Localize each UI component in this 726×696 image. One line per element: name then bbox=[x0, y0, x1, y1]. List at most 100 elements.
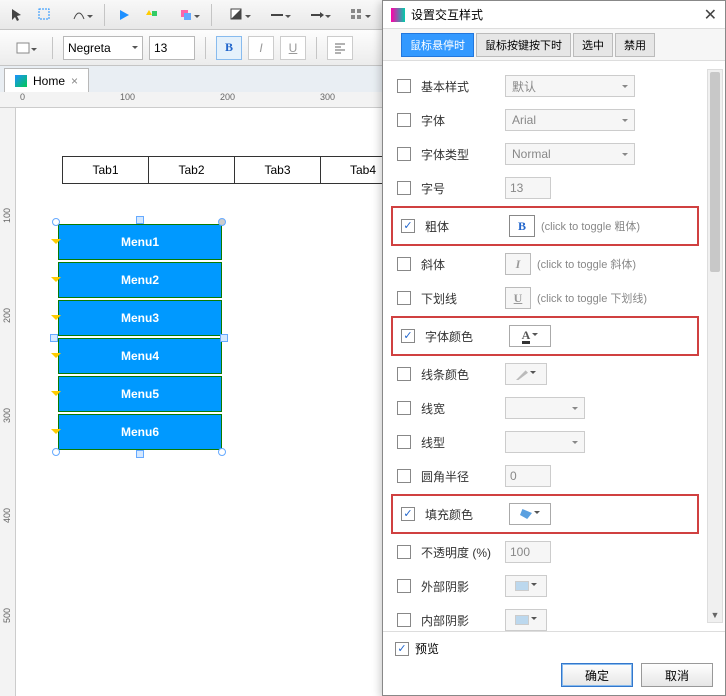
checkbox[interactable] bbox=[397, 435, 411, 449]
dialog-body: 基本样式 默认 字体 Arial 字体类型 Normal 字号 13 bbox=[383, 61, 725, 631]
font-family-select[interactable]: Negreta bbox=[63, 36, 143, 60]
preview-checkbox[interactable]: ✓ bbox=[395, 642, 409, 656]
menu-item[interactable]: Menu1 bbox=[58, 224, 222, 260]
tab-disabled[interactable]: 禁用 bbox=[615, 33, 655, 57]
resize-handle[interactable] bbox=[50, 334, 58, 342]
bold-toggle-button[interactable]: B bbox=[509, 215, 535, 237]
scroll-down-icon[interactable]: ▼ bbox=[708, 608, 722, 622]
row-label: 字号 bbox=[421, 180, 505, 197]
tabs-widget[interactable]: Tab1 Tab2 Tab3 Tab4 bbox=[62, 156, 406, 184]
pointer-tool-icon[interactable] bbox=[4, 2, 30, 28]
fill-color-picker[interactable] bbox=[509, 503, 551, 525]
chevron-down-icon bbox=[622, 85, 628, 91]
underline-toggle-button[interactable]: U bbox=[505, 287, 531, 309]
linecap-icon[interactable] bbox=[298, 2, 336, 28]
checkbox[interactable] bbox=[397, 401, 411, 415]
checkbox[interactable] bbox=[397, 613, 411, 627]
line-type-select[interactable] bbox=[505, 431, 585, 453]
fill-style-icon[interactable] bbox=[218, 2, 256, 28]
shapes-icon[interactable] bbox=[139, 2, 165, 28]
font-color-picker[interactable]: A bbox=[509, 325, 551, 347]
menu-item[interactable]: Menu2 bbox=[58, 262, 222, 298]
font-size-select[interactable]: 13 bbox=[149, 36, 195, 60]
checkbox[interactable] bbox=[397, 367, 411, 381]
bold-toggle[interactable]: B bbox=[216, 36, 242, 60]
checkbox[interactable] bbox=[397, 579, 411, 593]
resize-handle[interactable] bbox=[52, 218, 60, 226]
scrollbar[interactable]: ▲ ▼ bbox=[707, 69, 723, 623]
rotate-handle[interactable] bbox=[218, 218, 226, 226]
widget-library-icon[interactable] bbox=[4, 35, 42, 61]
grid-icon[interactable] bbox=[338, 2, 376, 28]
resize-handle[interactable] bbox=[218, 448, 226, 456]
row-italic: 斜体 I(click to toggle 斜体) bbox=[391, 247, 699, 281]
resize-handle[interactable] bbox=[220, 334, 228, 342]
select-rect-icon[interactable] bbox=[32, 2, 58, 28]
dialog-tabs: 鼠标悬停时 鼠标按键按下时 选中 禁用 bbox=[383, 29, 725, 61]
row-font-size: 字号 13 bbox=[391, 171, 699, 205]
tab-hover[interactable]: 鼠标悬停时 bbox=[401, 33, 474, 57]
chevron-down-icon bbox=[572, 441, 578, 447]
cancel-button[interactable]: 取消 bbox=[641, 663, 713, 687]
resize-handle[interactable] bbox=[136, 450, 144, 458]
line-color-picker[interactable] bbox=[505, 363, 547, 385]
align-left-toggle[interactable] bbox=[327, 36, 353, 60]
close-icon[interactable]: ✕ bbox=[704, 5, 717, 25]
close-icon[interactable]: × bbox=[71, 74, 78, 88]
opacity-field[interactable]: 100 bbox=[505, 541, 551, 563]
row-label: 内部阴影 bbox=[421, 612, 505, 629]
menu-item[interactable]: Menu3 bbox=[58, 300, 222, 336]
connector-tool-icon[interactable] bbox=[60, 2, 98, 28]
interaction-style-dialog: 设置交互样式 ✕ 鼠标悬停时 鼠标按键按下时 选中 禁用 基本样式 默认 字体 … bbox=[382, 0, 726, 696]
dialog-titlebar[interactable]: 设置交互样式 ✕ bbox=[383, 1, 725, 29]
row-bold: 粗体 B(click to toggle 粗体) bbox=[395, 209, 695, 243]
toolbar-divider bbox=[104, 4, 105, 26]
checkbox[interactable] bbox=[401, 507, 415, 521]
font-type-select[interactable]: Normal bbox=[505, 143, 635, 165]
checkbox[interactable] bbox=[397, 545, 411, 559]
checkbox[interactable] bbox=[401, 329, 415, 343]
menu-item[interactable]: Menu4 bbox=[58, 338, 222, 374]
line-style-icon[interactable] bbox=[258, 2, 296, 28]
line-width-select[interactable] bbox=[505, 397, 585, 419]
document-tab-label: Home bbox=[33, 74, 65, 88]
tab-mousedown[interactable]: 鼠标按键按下时 bbox=[476, 33, 571, 57]
outer-shadow-picker[interactable] bbox=[505, 575, 547, 597]
highlight-box: 填充颜色 bbox=[391, 494, 699, 534]
chevron-down-icon bbox=[530, 371, 536, 377]
underline-toggle[interactable]: U bbox=[280, 36, 306, 60]
scroll-thumb[interactable] bbox=[710, 72, 720, 272]
menu-item[interactable]: Menu5 bbox=[58, 376, 222, 412]
checkbox[interactable] bbox=[397, 291, 411, 305]
checkbox[interactable] bbox=[397, 79, 411, 93]
tab-cell[interactable]: Tab3 bbox=[234, 156, 320, 184]
resize-handle[interactable] bbox=[136, 216, 144, 224]
checkbox[interactable] bbox=[397, 469, 411, 483]
arrange-icon[interactable] bbox=[167, 2, 205, 28]
base-style-select[interactable]: 默认 bbox=[505, 75, 635, 97]
italic-toggle[interactable]: I bbox=[248, 36, 274, 60]
tab-selected[interactable]: 选中 bbox=[573, 33, 613, 57]
menu-item[interactable]: Menu6 bbox=[58, 414, 222, 450]
checkbox[interactable] bbox=[401, 219, 415, 233]
row-label: 线型 bbox=[421, 434, 505, 451]
play-icon[interactable] bbox=[111, 2, 137, 28]
row-font: 字体 Arial bbox=[391, 103, 699, 137]
radius-field[interactable]: 0 bbox=[505, 465, 551, 487]
dialog-footer: ✓ 预览 确定 取消 bbox=[383, 631, 725, 695]
checkbox[interactable] bbox=[397, 257, 411, 271]
checkbox[interactable] bbox=[397, 113, 411, 127]
resize-handle[interactable] bbox=[52, 448, 60, 456]
menu-widget-group[interactable]: Menu1 Menu2 Menu3 Menu4 Menu5 Menu6 bbox=[58, 224, 222, 452]
checkbox[interactable] bbox=[397, 181, 411, 195]
document-tab[interactable]: Home × bbox=[4, 68, 89, 92]
font-size-field[interactable]: 13 bbox=[505, 177, 551, 199]
checkbox[interactable] bbox=[397, 147, 411, 161]
font-select[interactable]: Arial bbox=[505, 109, 635, 131]
row-label: 不透明度 (%) bbox=[421, 544, 505, 561]
italic-toggle-button[interactable]: I bbox=[505, 253, 531, 275]
inner-shadow-picker[interactable] bbox=[505, 609, 547, 631]
tab-cell[interactable]: Tab2 bbox=[148, 156, 234, 184]
tab-cell[interactable]: Tab1 bbox=[62, 156, 148, 184]
ok-button[interactable]: 确定 bbox=[561, 663, 633, 687]
